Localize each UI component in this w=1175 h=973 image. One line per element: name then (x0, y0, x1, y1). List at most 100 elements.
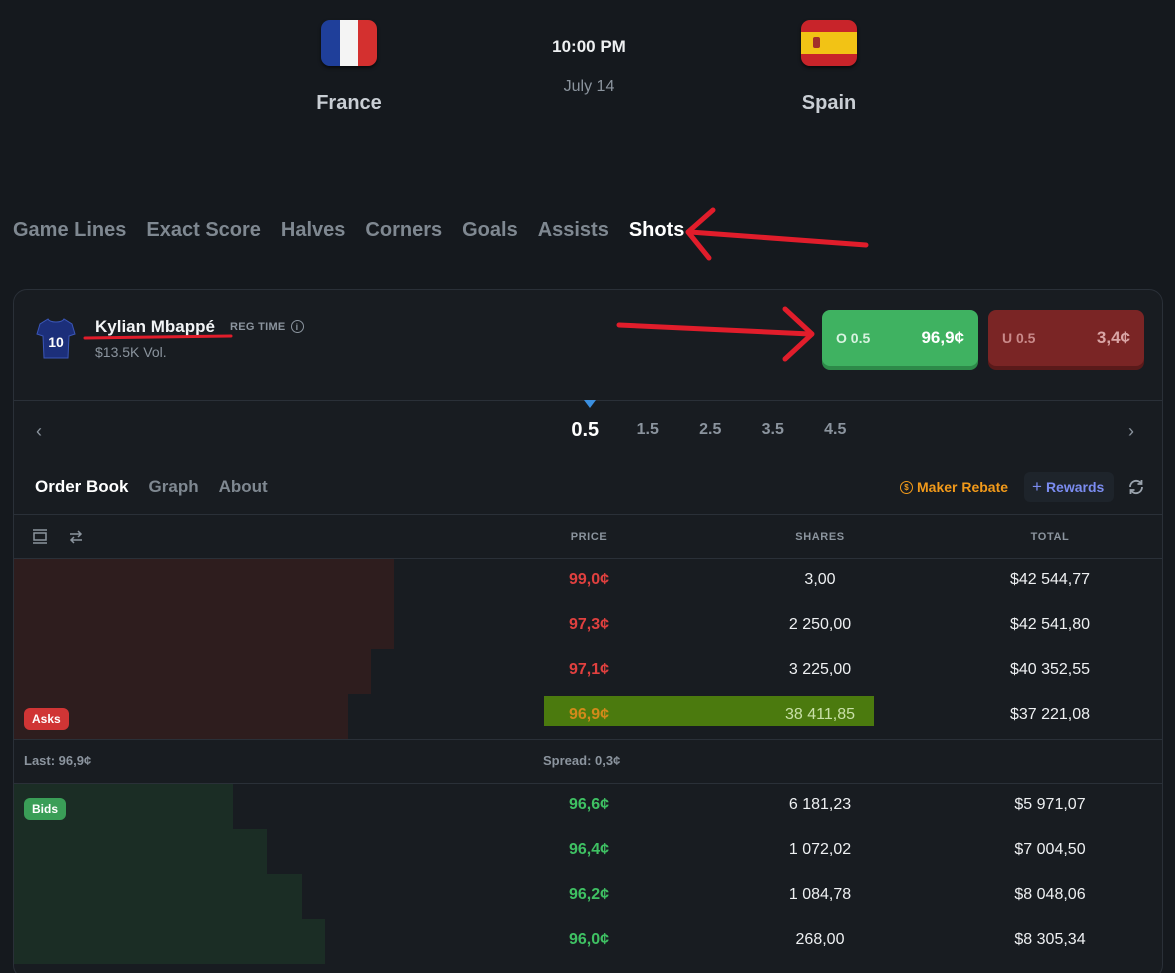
asks-badge: Asks (24, 708, 69, 730)
line-options: 0.5 1.5 2.5 3.5 4.5 (554, 419, 867, 442)
bid-row[interactable]: Bids 96,6¢ 6 181,23 $5 971,07 (14, 784, 1162, 829)
market-volume: $13.5K Vol. (95, 344, 167, 360)
ask-price: 97,3¢ (568, 616, 610, 633)
arrow-to-shots-tab (687, 229, 869, 248)
rewards-label: Rewards (1045, 479, 1105, 495)
ask-total: $37 221,08 (1009, 706, 1091, 723)
tab-game-lines[interactable]: Game Lines (13, 219, 126, 242)
maker-rebate-button[interactable]: $ Maker Rebate (900, 479, 1008, 495)
player-name[interactable]: Kylian Mbappé (95, 317, 215, 337)
price-column-header: PRICE (570, 531, 608, 543)
ask-depth-bar (14, 559, 394, 604)
last-price: Last: 96,9¢ (24, 753, 92, 768)
chevron-right-icon[interactable]: › (1128, 421, 1134, 442)
subtab-row: Order Book Graph About $ Maker Rebate + … (14, 461, 1162, 515)
bid-depth-bar (14, 919, 325, 964)
refresh-icon[interactable] (1127, 478, 1145, 496)
tab-about[interactable]: About (219, 477, 268, 497)
order-book-header: PRICE SHARES TOTAL (14, 515, 1162, 559)
away-team-name: Spain (801, 92, 857, 114)
ask-row[interactable]: 99,0¢ 3,00 $42 544,77 (14, 559, 1162, 604)
ask-price: 96,9¢ (568, 706, 610, 723)
bid-total: $8 305,34 (1014, 931, 1086, 948)
bid-shares: 1 084,78 (788, 886, 852, 903)
spread-value: Spread: 0,3¢ (543, 753, 621, 768)
maker-rebate-label: Maker Rebate (917, 479, 1009, 495)
bid-shares: 268,00 (795, 931, 845, 948)
tab-graph[interactable]: Graph (149, 477, 199, 497)
ask-price: 99,0¢ (568, 571, 610, 588)
bid-price: 96,0¢ (568, 931, 610, 948)
ask-shares: 2 250,00 (788, 616, 852, 633)
line-option-3-5[interactable]: 3.5 (742, 421, 805, 442)
line-option-1-5[interactable]: 1.5 (617, 421, 680, 442)
bid-price: 96,6¢ (568, 796, 610, 813)
ask-total: $42 541,80 (1009, 616, 1091, 633)
bid-price: 96,4¢ (568, 841, 610, 858)
ask-depth-bar (14, 604, 394, 649)
info-icon[interactable]: i (290, 320, 304, 333)
selected-line-pointer (584, 400, 596, 408)
reg-time-text: REG TIME (230, 320, 286, 333)
tab-goals[interactable]: Goals (462, 219, 518, 242)
spain-flag-icon (801, 20, 857, 66)
ask-row[interactable]: 97,3¢ 2 250,00 $42 541,80 (14, 604, 1162, 649)
chevron-left-icon[interactable]: ‹ (36, 421, 42, 442)
ask-row-best[interactable]: Asks 96,9¢ 38 411,85 $37 221,08 (14, 694, 1162, 739)
bid-total: $7 004,50 (1014, 841, 1086, 858)
bid-row[interactable]: 96,2¢ 1 084,78 $8 048,06 (14, 874, 1162, 919)
match-time: 10:00 PM (552, 37, 626, 56)
under-label: U 0.5 (1002, 330, 1036, 346)
plus-icon: + (1032, 477, 1042, 496)
coin-icon: $ (900, 480, 913, 494)
home-team-name: France (316, 92, 382, 114)
line-option-0-5[interactable]: 0.5 (554, 419, 617, 442)
jersey-icon: 10 (36, 318, 76, 359)
tab-corners[interactable]: Corners (365, 219, 442, 242)
ask-total: $40 352,55 (1009, 661, 1091, 678)
ask-price: 97,1¢ (568, 661, 610, 678)
total-column-header: TOTAL (1030, 531, 1070, 543)
over-label: O 0.5 (836, 330, 871, 346)
tab-shots[interactable]: Shots (629, 219, 685, 242)
under-button[interactable]: U 0.5 3,4¢ (988, 310, 1144, 366)
bid-shares: 6 181,23 (788, 796, 852, 813)
tab-exact-score[interactable]: Exact Score (146, 219, 261, 242)
center-view-icon[interactable] (31, 528, 49, 546)
away-team[interactable]: Spain (749, 20, 909, 115)
under-price: 3,4¢ (1096, 328, 1130, 347)
ask-total: $42 544,77 (1009, 571, 1091, 588)
swap-icon[interactable] (67, 528, 85, 546)
ask-shares: 38 411,85 (785, 706, 855, 723)
shares-column-header: SHARES (795, 531, 845, 543)
home-team[interactable]: France (269, 20, 429, 115)
reg-time-label: REG TIME i (230, 320, 304, 333)
tab-order-book[interactable]: Order Book (35, 477, 129, 497)
bid-shares: 1 072,02 (788, 841, 852, 858)
bids-badge: Bids (24, 798, 67, 820)
bid-depth-bar (14, 874, 302, 919)
ask-row[interactable]: 97,1¢ 3 225,00 $40 352,55 (14, 649, 1162, 694)
bid-depth-bar (14, 829, 267, 874)
bid-total: $8 048,06 (1014, 886, 1086, 903)
ask-depth-bar (14, 649, 371, 694)
line-selector: ‹ 0.5 1.5 2.5 3.5 4.5 › (14, 400, 1162, 461)
ask-shares: 3 225,00 (788, 661, 852, 678)
ask-shares: 3,00 (804, 571, 836, 588)
rewards-button[interactable]: + Rewards (1024, 472, 1115, 502)
line-option-4-5[interactable]: 4.5 (804, 421, 867, 442)
arrow-head-left (685, 207, 716, 261)
match-date: July 14 (563, 78, 615, 95)
bid-row[interactable]: 96,4¢ 1 072,02 $7 004,50 (14, 829, 1162, 874)
order-book-rows: 99,0¢ 3,00 $42 544,77 97,3¢ 2 250,00 $42… (14, 559, 1162, 964)
line-option-2-5[interactable]: 2.5 (679, 421, 742, 442)
market-card: 10 Kylian Mbappé REG TIME i $13.5K Vol. … (13, 289, 1163, 973)
bid-row[interactable]: 96,0¢ 268,00 $8 305,34 (14, 919, 1162, 964)
tab-assists[interactable]: Assists (538, 219, 609, 242)
over-price: 96,9¢ (921, 328, 964, 347)
tab-halves[interactable]: Halves (281, 219, 346, 242)
france-flag-icon (321, 20, 377, 66)
jersey-number: 10 (48, 334, 64, 350)
bid-price: 96,2¢ (568, 886, 610, 903)
over-button[interactable]: O 0.5 96,9¢ (822, 310, 978, 366)
